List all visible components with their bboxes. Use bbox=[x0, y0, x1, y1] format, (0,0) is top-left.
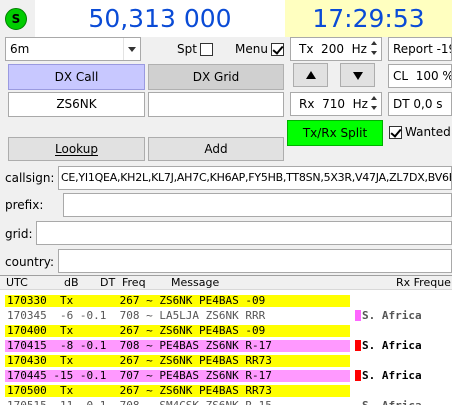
table-row[interactable]: 170415 -8 -0.1 708 ~ PE4BAS ZS6NK R-17 bbox=[5, 340, 350, 352]
band-select-value: 6m bbox=[10, 42, 30, 56]
status-indicator: S bbox=[5, 8, 27, 30]
country-text: S. Africa bbox=[362, 399, 422, 405]
table-row[interactable]: 170500 Tx 267 ~ ZS6NK PE4BAS RR73 bbox=[5, 385, 350, 397]
dx-grid-label-box: DX Grid bbox=[148, 64, 284, 90]
cl-value: CL 100 % bbox=[393, 69, 452, 83]
menu-label: Menu bbox=[235, 42, 268, 56]
rx-frequency-stepper[interactable] bbox=[368, 93, 381, 115]
table-row-country: S. Africa bbox=[355, 370, 452, 382]
add-label: Add bbox=[204, 142, 228, 156]
header-freq: Freq bbox=[122, 276, 146, 289]
table-row-text: 170400 Tx 267 ~ ZS6NK PE4BAS -09 bbox=[7, 324, 266, 337]
report-value: Report -19 bbox=[393, 42, 452, 56]
chevron-down-icon[interactable] bbox=[123, 38, 140, 60]
dx-call-label-box: DX Call bbox=[8, 64, 145, 90]
header-message: Message bbox=[171, 276, 220, 289]
frequency-display: 50,313 000 bbox=[35, 0, 285, 37]
table-row[interactable]: 170515 -11 -0.1 708 ~ SM4CSK ZS6NK R-15 bbox=[5, 400, 350, 405]
callsign-value: CE,YI1QEA,KH2L,KL7J,AH7C,KH6AP,FY5HB,TT8… bbox=[61, 171, 452, 184]
table-row-country: S. Africa bbox=[355, 310, 452, 322]
callsign-field[interactable]: CE,YI1QEA,KH2L,KL7J,AH7C,KH6AP,FY5HB,TT8… bbox=[58, 166, 452, 190]
spt-label: Spt bbox=[177, 42, 197, 56]
country-label: country: bbox=[5, 255, 55, 269]
table-row-text: 170445 -15 -0.1 707 ~ PE4BAS ZS6NK R-17 bbox=[7, 369, 272, 382]
prefix-field[interactable] bbox=[63, 193, 452, 217]
prefix-label: prefix: bbox=[5, 198, 44, 212]
clock-value: 17:29:53 bbox=[312, 4, 425, 33]
row-marker bbox=[355, 370, 361, 381]
spin-up-icon[interactable] bbox=[368, 38, 381, 49]
dx-grid-label: DX Grid bbox=[192, 70, 240, 84]
wanted-checkbox[interactable] bbox=[389, 126, 402, 139]
table-row-text: 170500 Tx 267 ~ ZS6NK PE4BAS RR73 bbox=[7, 384, 272, 397]
tx-frequency-stepper[interactable] bbox=[368, 38, 381, 60]
dt-value: DT 0,0 s bbox=[393, 97, 443, 111]
spin-down-icon[interactable] bbox=[368, 49, 381, 60]
menu-checkbox[interactable] bbox=[271, 43, 284, 56]
table-row-country: S. Africa bbox=[355, 340, 452, 352]
callsign-label: callsign: bbox=[5, 171, 55, 185]
country-field[interactable] bbox=[58, 249, 452, 273]
table-row-text: 170515 -11 -0.1 708 ~ SM4CSK ZS6NK R-15 bbox=[7, 400, 272, 405]
dt-spinner[interactable]: DT 0,0 s bbox=[388, 92, 452, 116]
triangle-down-icon bbox=[353, 72, 363, 80]
decode-table[interactable]: UTC dB DT Freq Message Rx Freque 170330 … bbox=[0, 275, 452, 405]
table-row[interactable]: 170400 Tx 267 ~ ZS6NK PE4BAS -09 bbox=[5, 325, 350, 337]
row-marker bbox=[355, 340, 361, 351]
country-text: S. Africa bbox=[362, 309, 422, 322]
table-row[interactable]: 170445 -15 -0.1 707 ~ PE4BAS ZS6NK R-17 bbox=[5, 370, 350, 382]
rx-frequency-spinner[interactable]: Rx 710 Hz bbox=[290, 92, 382, 116]
add-button[interactable]: Add bbox=[148, 137, 284, 161]
table-row[interactable]: 170330 Tx 267 ~ ZS6NK PE4BAS -09 bbox=[5, 295, 350, 307]
band-select[interactable]: 6m bbox=[5, 37, 141, 61]
table-row-country: S. Africa bbox=[355, 400, 452, 405]
lookup-button[interactable]: Lookup bbox=[8, 137, 145, 161]
dx-grid-input[interactable] bbox=[148, 92, 284, 117]
header-utc: UTC bbox=[6, 276, 28, 289]
tx-frequency-value: Tx 200 Hz bbox=[299, 42, 367, 56]
report-spinner[interactable]: Report -19 bbox=[388, 37, 452, 61]
wanted-label: Wanted bbox=[405, 125, 451, 139]
table-row-text: 170415 -8 -0.1 708 ~ PE4BAS ZS6NK R-17 bbox=[7, 339, 272, 352]
tx-rx-split-label: Tx/Rx Split bbox=[302, 126, 368, 140]
decode-table-header: UTC dB DT Freq Message Rx Freque bbox=[0, 276, 452, 290]
spin-down-icon[interactable] bbox=[368, 104, 381, 115]
up-button[interactable] bbox=[293, 63, 328, 87]
lookup-label: Lookup bbox=[55, 142, 98, 156]
table-row[interactable]: 170345 -6 -0.1 708 ~ LA5LJA ZS6NK RRR bbox=[5, 310, 350, 322]
table-row[interactable]: 170430 Tx 267 ~ ZS6NK PE4BAS RR73 bbox=[5, 355, 350, 367]
triangle-up-icon bbox=[306, 71, 316, 79]
down-button[interactable] bbox=[340, 63, 375, 87]
row-marker bbox=[355, 310, 361, 321]
dx-call-label: DX Call bbox=[54, 70, 99, 84]
table-row-text: 170430 Tx 267 ~ ZS6NK PE4BAS RR73 bbox=[7, 354, 272, 367]
tx-frequency-spinner[interactable]: Tx 200 Hz bbox=[290, 37, 382, 61]
clock-display: 17:29:53 bbox=[285, 0, 452, 37]
spt-checkbox[interactable] bbox=[200, 43, 213, 56]
cl-spinner[interactable]: CL 100 % bbox=[388, 64, 452, 88]
dx-call-input-value: ZS6NK bbox=[56, 97, 97, 111]
rx-frequency-value: Rx 710 Hz bbox=[299, 97, 368, 111]
header-rx-freq: Rx Freque bbox=[396, 276, 451, 289]
frequency-value: 50,313 000 bbox=[88, 4, 232, 33]
table-row-text: 170345 -6 -0.1 708 ~ LA5LJA ZS6NK RRR bbox=[7, 309, 266, 322]
table-row-text: 170330 Tx 267 ~ ZS6NK PE4BAS -09 bbox=[7, 294, 266, 307]
grid-label: grid: bbox=[5, 227, 33, 241]
dx-call-input[interactable]: ZS6NK bbox=[8, 92, 145, 117]
row-marker bbox=[355, 400, 361, 405]
spin-up-icon[interactable] bbox=[368, 93, 381, 104]
header-db: dB bbox=[64, 276, 79, 289]
tx-rx-split-button[interactable]: Tx/Rx Split bbox=[287, 120, 383, 146]
grid-field[interactable] bbox=[36, 221, 452, 245]
header-dt: DT bbox=[100, 276, 116, 289]
country-text: S. Africa bbox=[362, 369, 422, 382]
country-text: S. Africa bbox=[362, 339, 422, 352]
status-indicator-text: S bbox=[11, 12, 21, 26]
